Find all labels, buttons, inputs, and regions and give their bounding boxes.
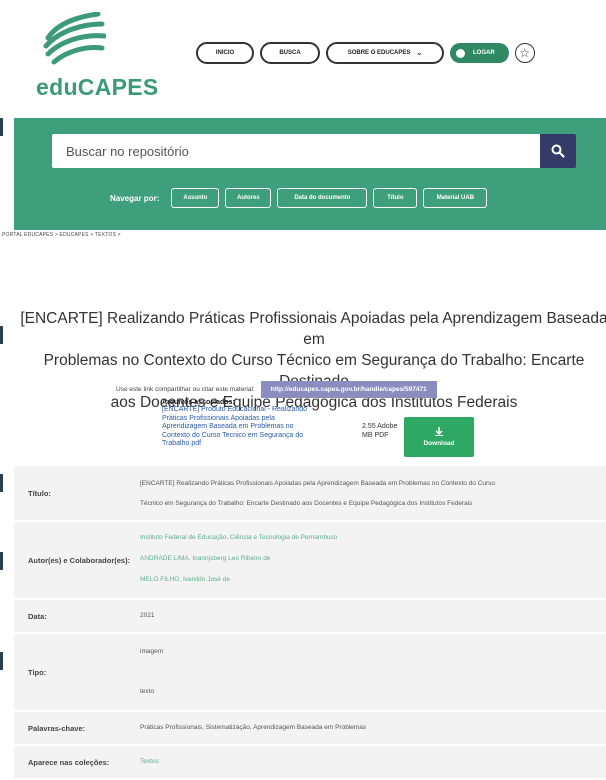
row-value: imagem texto [140, 634, 606, 710]
table-row: Aparece nas coleções: Textos [14, 746, 606, 780]
table-row: Palavras-chave: Práticas Profissionais, … [14, 712, 606, 746]
left-edge [0, 0, 14, 780]
metadata-table: Título: [ENCARTE] Realizando Práticas Pr… [14, 466, 606, 780]
edge-mark [0, 326, 3, 344]
edge-mark [0, 552, 3, 570]
associated-files: Arquivos associados: [ENCARTE] Produto E… [162, 399, 352, 449]
file-link[interactable]: [ENCARTE] Produto Educacional - Realizan… [162, 406, 352, 449]
row-value-line: 2021 [140, 612, 155, 619]
share-link[interactable]: http://educapes.capes.gov.br/handle/cape… [260, 381, 437, 398]
nav-label: INICIO [215, 50, 235, 56]
search-band: Navegar por: Assunto Autores Data do doc… [14, 118, 606, 230]
collection-link[interactable]: Textos [140, 758, 159, 765]
nav-sobre-dropdown[interactable]: SOBRE O EDUCAPES ⌄ [326, 42, 444, 64]
search-input[interactable] [52, 134, 558, 168]
browse-data-button[interactable]: Data do documento [277, 188, 368, 208]
edge-mark [0, 118, 3, 136]
search-box [52, 134, 558, 168]
nav-busca-button[interactable]: BUSCA [260, 42, 320, 64]
author-link[interactable]: MELO FILHO, Ivanildo José de [140, 576, 230, 583]
author-link[interactable]: Instituto Federal de Educação, Ciência e… [140, 534, 338, 541]
file-size: 2.55 Adobe MB PDF [362, 423, 398, 439]
row-label: Palavras-chave: [28, 723, 86, 733]
row-label: Tipo: [28, 667, 47, 677]
browse-bar: Navegar por: Assunto Autores Data do doc… [110, 188, 488, 208]
row-value: Práticas Profissionais, Sistematização, … [140, 712, 606, 744]
nav-inicio-button[interactable]: INICIO [196, 42, 254, 64]
nav-label: SOBRE O EDUCAPES [347, 50, 411, 56]
chevron-down-icon: ⌄ [416, 50, 423, 57]
table-row: Autor(es) e Colaborador(es): Instituto F… [14, 522, 606, 600]
login-label: LOGAR [473, 50, 495, 56]
logo-text[interactable]: eduCAPES [36, 74, 159, 101]
row-value-line: Práticas Profissionais, Sistematização, … [140, 724, 367, 731]
share-label: Use este link compartilhar ou citar este… [116, 386, 255, 393]
breadcrumb[interactable]: PORTAL EDUCAPES > EDUCAPES > TEXTOS > [2, 232, 121, 238]
table-row: Título: [ENCARTE] Realizando Práticas Pr… [14, 466, 606, 522]
user-icon [456, 48, 465, 58]
download-button[interactable]: Download [404, 417, 474, 457]
site-header: eduCAPES INICIO BUSCA SOBRE O EDUCAPES ⌄… [14, 0, 606, 118]
edge-mark [0, 652, 3, 670]
row-value-line: imagem [140, 648, 164, 655]
row-value: Textos [140, 746, 606, 778]
browse-label: Navegar por: [110, 193, 160, 203]
download-icon [435, 427, 443, 436]
login-button[interactable]: LOGAR [450, 43, 509, 63]
files-label: Arquivos associados: [162, 399, 235, 406]
table-row: Data: 2021 [14, 600, 606, 634]
educapes-logo-icon[interactable] [42, 12, 106, 66]
browse-assunto-button[interactable]: Assunto [171, 188, 220, 208]
star-icon: ☆ [519, 46, 531, 60]
author-link[interactable]: ANDRADE LIMA, Ioannjsberg Leo Ribeiro de [140, 555, 270, 562]
row-value-line: [ENCARTE] Realizando Práticas Profission… [140, 480, 496, 487]
row-value: Instituto Federal de Educação, Ciência e… [140, 522, 606, 598]
browse-material-uab-button[interactable]: Material UAB [423, 188, 488, 208]
browse-titulo-button[interactable]: Título [373, 188, 418, 208]
browse-autores-button[interactable]: Autores [225, 188, 272, 208]
row-value: [ENCARTE] Realizando Práticas Profission… [140, 466, 606, 520]
main-nav: INICIO BUSCA SOBRE O EDUCAPES ⌄ LOGAR ☆ [196, 42, 535, 64]
row-value: 2021 [140, 600, 606, 632]
row-label: Título: [28, 488, 51, 498]
share-row: Use este link compartilhar ou citar este… [116, 381, 437, 398]
row-value-line: texto [140, 688, 155, 695]
search-icon [551, 144, 565, 158]
row-label: Data: [28, 611, 47, 621]
search-button[interactable] [540, 134, 576, 168]
nav-label: BUSCA [279, 50, 301, 56]
row-label: Aparece nas coleções: [28, 757, 110, 767]
favorites-star-button[interactable]: ☆ [514, 43, 535, 63]
row-label: Autor(es) e Colaborador(es): [28, 555, 131, 565]
edge-mark [0, 474, 3, 492]
download-label: Download [423, 440, 455, 447]
row-value-line: Técnico em Segurança do Trabalho: Encart… [140, 500, 473, 507]
table-row: Tipo: imagem texto [14, 634, 606, 712]
